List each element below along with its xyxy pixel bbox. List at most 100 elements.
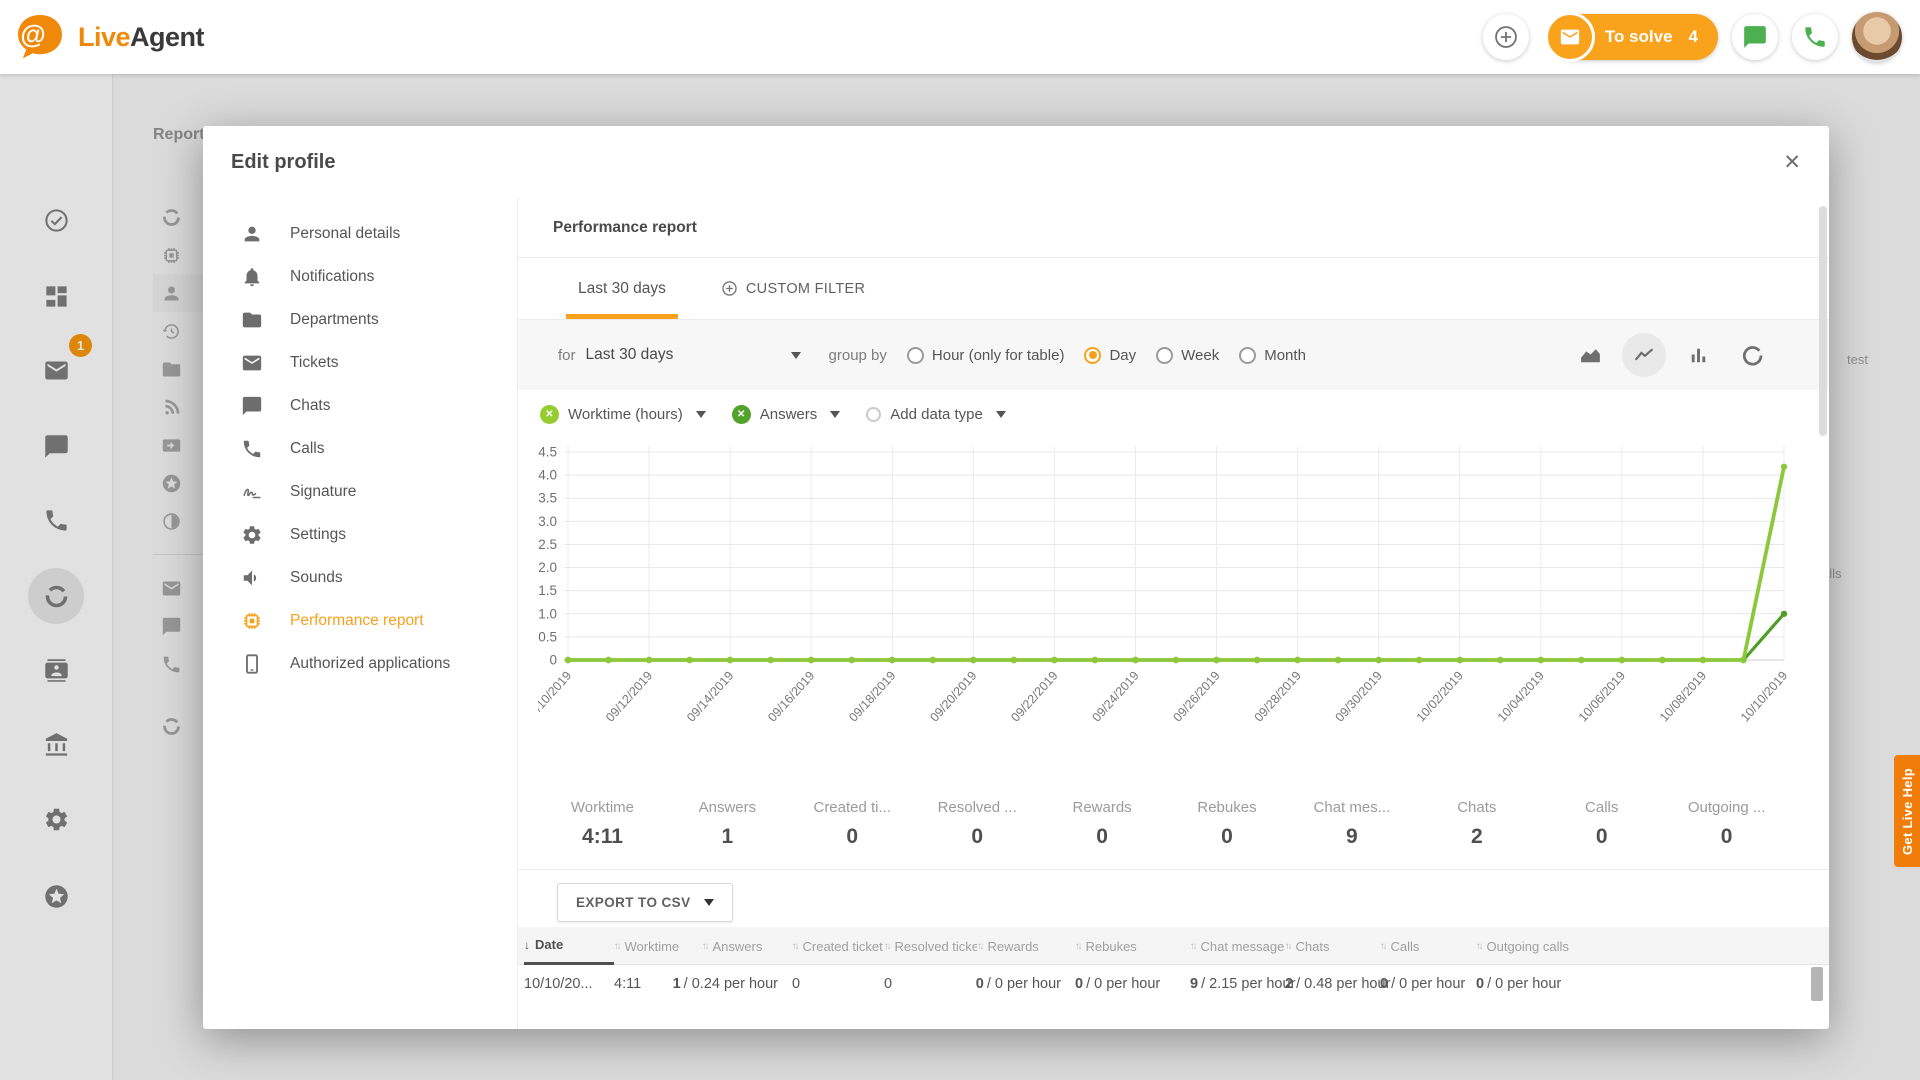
area-chart-button[interactable] [1568,333,1612,377]
nav-item-sounds[interactable]: Sounds [203,556,517,599]
sort-icon: ↓ [524,938,530,952]
nav-item-performance-report[interactable]: Performance report [203,599,517,642]
line-chart-button[interactable] [1622,333,1666,377]
filter-bar: for Last 30 days group by Hour (only for… [518,320,1829,390]
nav-item-label: Calls [290,440,324,458]
range-select[interactable]: Last 30 days [586,346,801,364]
column-label: Answers [713,939,763,954]
radio-label: Week [1181,347,1219,364]
performance-chart: 00.51.01.52.02.53.03.54.04.509/10/201909… [518,438,1829,783]
stat-label: Rewards [1040,799,1165,816]
nav-item-calls[interactable]: Calls [203,427,517,470]
remove-series-icon[interactable]: ✕ [540,405,559,424]
get-live-help-tab[interactable]: Get Live Help [1894,755,1920,867]
add-button[interactable] [1483,14,1529,60]
radio-hour-only-for-table-[interactable]: Hour (only for table) [907,347,1065,364]
nav-item-authorized-applications[interactable]: Authorized applications [203,642,517,685]
svg-text:09/24/2019: 09/24/2019 [1089,669,1141,725]
sort-icon: ↑↓ [1476,941,1482,952]
svg-text:3.0: 3.0 [538,514,557,529]
legend-answers[interactable]: ✕Answers [732,405,841,424]
svg-text:@: @ [20,19,45,49]
sort-icon: ↑↓ [792,941,798,952]
nav-item-chats[interactable]: Chats [203,384,517,427]
column-header-rewards[interactable]: ↑↓Rewards [977,927,1075,965]
radio-day[interactable]: Day [1084,347,1136,364]
nav-item-notifications[interactable]: Notifications [203,255,517,298]
radio-month[interactable]: Month [1239,347,1306,364]
stat-answers: Answers1 [665,799,790,869]
svg-text:1.0: 1.0 [538,606,557,621]
stat-value: 0 [1165,825,1290,849]
modal-title: Edit profile [231,151,335,174]
area-chart-icon [1578,343,1603,368]
add-series-radio-icon[interactable] [866,407,881,422]
column-header-date[interactable]: ↓ Date [524,927,614,965]
legend-add-data-type[interactable]: Add data type [866,406,1006,423]
svg-text:09/20/2019: 09/20/2019 [927,669,979,725]
svg-text:09/14/2019: 09/14/2019 [684,669,736,725]
column-header-created-ticket[interactable]: ↑↓Created ticket [792,927,884,965]
radio-icon [1084,347,1101,364]
tab-label: Last 30 days [578,280,666,298]
column-header-answers[interactable]: ↑↓Answers [702,927,792,965]
column-label: Date [535,937,563,952]
bar-chart-icon [1686,343,1711,368]
column-header-calls[interactable]: ↑↓Calls [1380,927,1476,965]
remove-series-icon[interactable]: ✕ [732,405,751,424]
table-cell: 10/10/20... [524,976,614,992]
edit-profile-modal: Edit profile Personal details Notificatio… [203,126,1829,1029]
nav-item-settings[interactable]: Settings [203,513,517,556]
liveagent-logo[interactable]: @ LiveAgent [0,14,204,60]
modal-scrollbar[interactable] [1819,206,1827,436]
nav-item-label: Sounds [290,569,343,587]
chats-button[interactable] [1732,14,1778,60]
column-header-resolved-ticke[interactable]: ↑↓Resolved ticke [884,927,977,965]
refresh-button[interactable] [1730,333,1774,377]
chip-icon [241,610,263,632]
column-header-rebukes[interactable]: ↑↓Rebukes [1075,927,1190,965]
table-row[interactable]: 10/10/20...4:111 / 0.24 per hour000 / 0 … [518,965,1829,1003]
legend-worktime-hours-[interactable]: ✕ Worktime (hours) [540,405,706,424]
stat-label: Worktime [540,799,665,816]
svg-text:4.0: 4.0 [538,468,557,483]
calls-button[interactable] [1792,14,1838,60]
export-to-csv-button[interactable]: EXPORT TO CSV [557,883,733,922]
stat-label: Created ti... [790,799,915,816]
legend-label: Add data type [890,406,983,423]
close-icon[interactable] [1783,152,1801,173]
speaker-icon [241,567,263,589]
user-avatar[interactable] [1852,12,1902,62]
line-chart-svg: 00.51.01.52.02.53.03.54.04.509/10/201909… [538,438,1808,783]
series-legend: ✕ Worktime (hours) ✕Answers Add data type [518,390,1829,438]
range-value: Last 30 days [586,346,674,364]
nav-item-tickets[interactable]: Tickets [203,341,517,384]
table-cell: 9 / 2.15 per hour [1190,976,1285,992]
stat-label: Chats [1414,799,1539,816]
legend-label: Worktime (hours) [568,406,683,423]
nav-item-personal-details[interactable]: Personal details [203,212,517,255]
radio-week[interactable]: Week [1156,347,1219,364]
column-header-outgoing-calls[interactable]: ↑↓Outgoing calls [1476,927,1829,965]
for-label: for [558,347,576,364]
nav-item-departments[interactable]: Departments [203,298,517,341]
sort-icon: ↑↓ [884,941,890,952]
column-header-worktime[interactable]: ↑↓Worktime [614,927,702,965]
tab-custom-filter[interactable]: CUSTOM FILTER [721,258,865,319]
phone-icon [1802,24,1828,50]
svg-text:10/08/2019: 10/08/2019 [1657,669,1709,725]
table-scrollbar[interactable] [1811,967,1823,1001]
column-label: Rebukes [1086,939,1137,954]
report-table: ↓Date↑↓Worktime↑↓Answers↑↓Created ticket… [518,927,1829,1003]
column-header-chats[interactable]: ↑↓Chats [1285,927,1380,965]
to-solve-button[interactable]: To solve 4 [1551,14,1718,60]
nav-item-label: Signature [290,483,356,501]
tab-last-30-days[interactable]: Last 30 days [578,258,666,319]
nav-item-label: Personal details [290,225,400,243]
column-header-chat-message[interactable]: ↑↓Chat message [1190,927,1285,965]
nav-item-signature[interactable]: Signature [203,470,517,513]
svg-text:0.5: 0.5 [538,629,557,644]
stat-rewards: Rewards0 [1040,799,1165,869]
bar-chart-button[interactable] [1676,333,1720,377]
svg-text:2.5: 2.5 [538,537,557,552]
